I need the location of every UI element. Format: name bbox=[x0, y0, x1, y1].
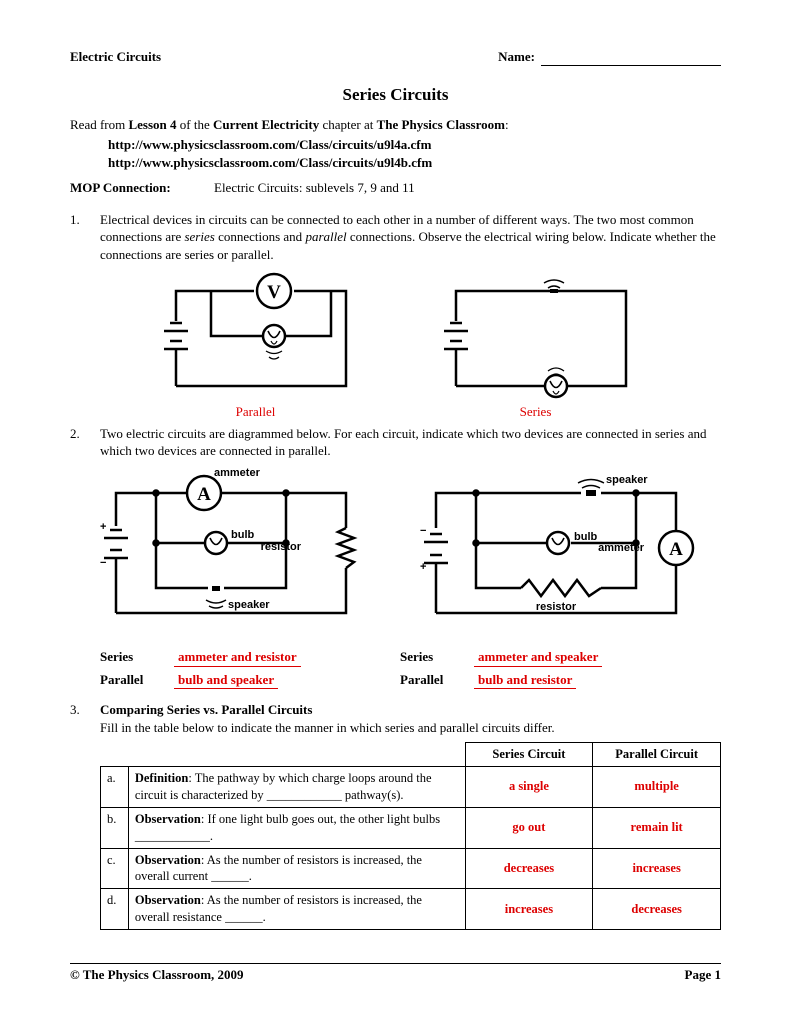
q3-subtext: Fill in the table below to indicate the … bbox=[100, 720, 555, 735]
reference-links: http://www.physicsclassroom.com/Class/ci… bbox=[108, 136, 721, 171]
row-letter: c. bbox=[101, 848, 129, 889]
answer-left-parallel: bulb and speaker bbox=[174, 671, 278, 690]
th-parallel: Parallel Circuit bbox=[593, 743, 721, 767]
q2-circuit-left-icon: + − A ammeter resistor bulb speaker bbox=[86, 468, 376, 638]
footer-page-number: Page 1 bbox=[685, 966, 721, 984]
q1-diagrams: V bbox=[70, 271, 721, 421]
intro-mid1: of the bbox=[177, 117, 213, 132]
row-parallel-ans: increases bbox=[593, 848, 721, 889]
row-series-ans: increases bbox=[465, 889, 593, 930]
row-parallel-ans: multiple bbox=[593, 767, 721, 808]
svg-text:speaker: speaker bbox=[228, 599, 270, 611]
name-label: Name: bbox=[498, 48, 535, 66]
svg-text:speaker: speaker bbox=[606, 474, 648, 486]
q1-parallel-word: parallel bbox=[305, 229, 346, 244]
name-field: Name: bbox=[498, 48, 721, 66]
row-parallel-ans: remain lit bbox=[593, 807, 721, 848]
q2-left-series: Series ammeter and resistor bbox=[100, 648, 400, 667]
intro-lesson: Lesson 4 bbox=[128, 117, 176, 132]
q2-right-parallel: Parallel bulb and resistor bbox=[400, 671, 700, 690]
intro-site: The Physics Classroom bbox=[377, 117, 505, 132]
row-series-ans: decreases bbox=[465, 848, 593, 889]
table-row: c. Observation: As the number of resisto… bbox=[101, 848, 721, 889]
q1-circuit-right: Series bbox=[426, 271, 646, 421]
row-desc: Observation: If one light bulb goes out,… bbox=[128, 807, 465, 848]
table-row: d. Observation: As the number of resisto… bbox=[101, 889, 721, 930]
row-series-ans: a single bbox=[465, 767, 593, 808]
link-1: http://www.physicsclassroom.com/Class/ci… bbox=[108, 136, 721, 154]
header-left: Electric Circuits bbox=[70, 48, 161, 66]
svg-text:A: A bbox=[669, 539, 683, 560]
label-parallel: Parallel bbox=[100, 671, 160, 689]
label-parallel-r: Parallel bbox=[400, 671, 460, 689]
table-header-row: Series Circuit Parallel Circuit bbox=[101, 743, 721, 767]
row-letter: b. bbox=[101, 807, 129, 848]
q2-circuit-right-icon: − + speaker A ammeter bulb resistor bbox=[406, 468, 706, 638]
answer-left-series: ammeter and resistor bbox=[174, 648, 301, 667]
page-header: Electric Circuits Name: bbox=[70, 48, 721, 66]
intro-text: Read from Lesson 4 of the Current Electr… bbox=[70, 116, 721, 134]
row-desc: Observation: As the number of resistors … bbox=[128, 848, 465, 889]
q1-body: Electrical devices in circuits can be co… bbox=[100, 211, 721, 264]
mop-text: Electric Circuits: sublevels 7, 9 and 11 bbox=[214, 180, 415, 195]
row-letter: d. bbox=[101, 889, 129, 930]
q3-number: 3. bbox=[70, 701, 88, 930]
question-3: 3. Comparing Series vs. Parallel Circuit… bbox=[70, 701, 721, 930]
answer-right-series: ammeter and speaker bbox=[474, 648, 602, 667]
th-series: Series Circuit bbox=[465, 743, 593, 767]
intro-mid2: chapter at bbox=[319, 117, 376, 132]
row-desc: Definition: The pathway by which charge … bbox=[128, 767, 465, 808]
label-series: Series bbox=[100, 648, 160, 666]
row-parallel-ans: decreases bbox=[593, 889, 721, 930]
question-2: 2. Two electric circuits are diagrammed … bbox=[70, 425, 721, 460]
intro-chapter: Current Electricity bbox=[213, 117, 319, 132]
svg-text:−: − bbox=[420, 525, 426, 537]
mop-connection: MOP Connection: Electric Circuits: suble… bbox=[70, 179, 721, 197]
svg-text:ammeter: ammeter bbox=[214, 468, 261, 479]
table-row: a. Definition: The pathway by which char… bbox=[101, 767, 721, 808]
row-letter: a. bbox=[101, 767, 129, 808]
label-series-r: Series bbox=[400, 648, 460, 666]
link-2: http://www.physicsclassroom.com/Class/ci… bbox=[108, 154, 721, 172]
q2-diagrams: + − A ammeter resistor bulb speaker bbox=[70, 468, 721, 638]
question-1: 1. Electrical devices in circuits can be… bbox=[70, 211, 721, 264]
svg-text:−: − bbox=[100, 557, 106, 569]
q1-series-word: series bbox=[184, 229, 214, 244]
intro-suffix: : bbox=[505, 117, 509, 132]
comparison-table: Series Circuit Parallel Circuit a. Defin… bbox=[100, 742, 721, 930]
q1-circuit-left: V bbox=[146, 271, 366, 421]
svg-text:+: + bbox=[420, 561, 426, 573]
q3-heading: Comparing Series vs. Parallel Circuits bbox=[100, 702, 312, 717]
q2-body: Two electric circuits are diagrammed bel… bbox=[100, 425, 721, 460]
table-row: b. Observation: If one light bulb goes o… bbox=[101, 807, 721, 848]
svg-text:bulb: bulb bbox=[574, 531, 597, 543]
page-title: Series Circuits bbox=[70, 84, 721, 107]
q1-label-parallel: Parallel bbox=[146, 403, 366, 421]
q1-text-b: connections and bbox=[215, 229, 306, 244]
q2-answers: Series ammeter and resistor Series ammet… bbox=[100, 648, 721, 689]
svg-text:+: + bbox=[100, 521, 106, 533]
name-blank-line[interactable] bbox=[541, 52, 721, 66]
answer-right-parallel: bulb and resistor bbox=[474, 671, 576, 690]
q2-left-parallel: Parallel bulb and speaker bbox=[100, 671, 400, 690]
svg-text:resistor: resistor bbox=[535, 601, 576, 613]
row-series-ans: go out bbox=[465, 807, 593, 848]
q1-label-series: Series bbox=[426, 403, 646, 421]
intro-prefix: Read from bbox=[70, 117, 128, 132]
footer-copyright: © The Physics Classroom, 2009 bbox=[70, 966, 244, 984]
series-circuit-icon bbox=[426, 271, 646, 401]
svg-text:A: A bbox=[197, 484, 211, 505]
q3-body: Comparing Series vs. Parallel Circuits F… bbox=[100, 701, 721, 930]
svg-text:V: V bbox=[267, 282, 281, 303]
row-desc: Observation: As the number of resistors … bbox=[128, 889, 465, 930]
footer-divider bbox=[70, 963, 721, 964]
mop-label: MOP Connection: bbox=[70, 180, 171, 195]
svg-text:bulb: bulb bbox=[231, 529, 254, 541]
parallel-circuit-icon: V bbox=[146, 271, 366, 401]
q1-number: 1. bbox=[70, 211, 88, 264]
q2-number: 2. bbox=[70, 425, 88, 460]
q2-right-series: Series ammeter and speaker bbox=[400, 648, 700, 667]
page-footer: © The Physics Classroom, 2009 Page 1 bbox=[70, 966, 721, 984]
